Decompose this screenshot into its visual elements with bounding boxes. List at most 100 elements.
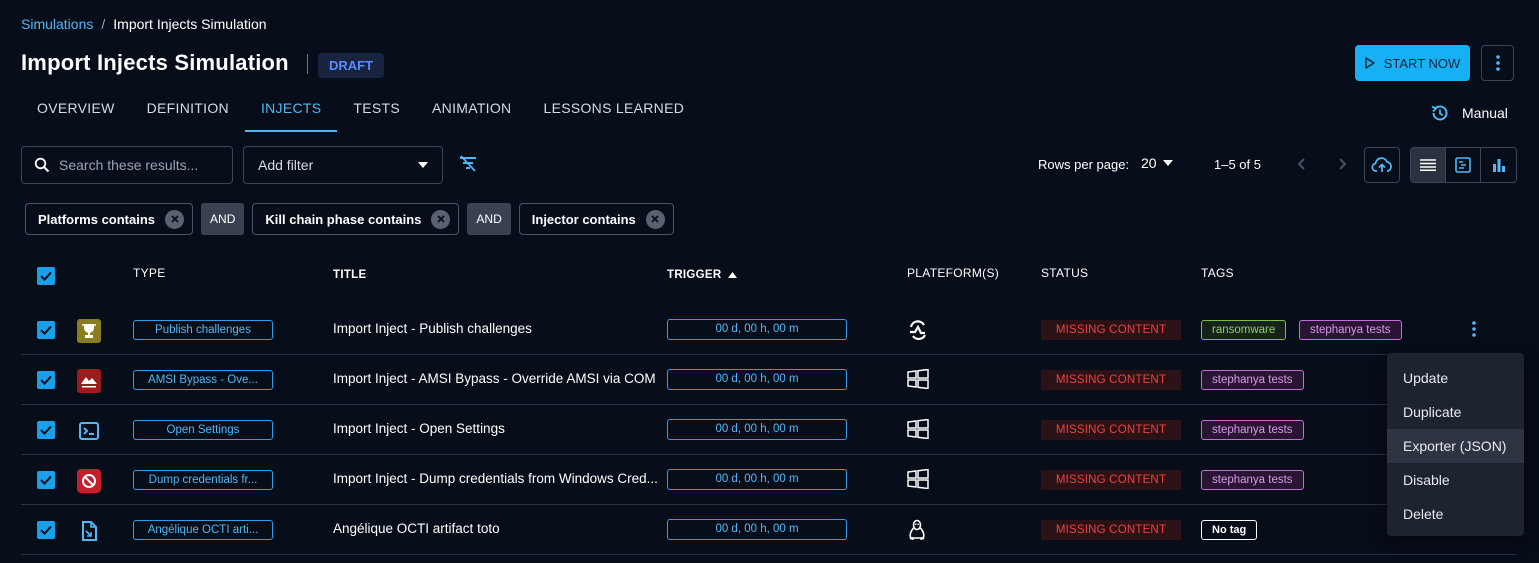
chart-view-button[interactable] bbox=[1481, 148, 1516, 182]
status-badge: MISSING CONTENT bbox=[1041, 370, 1181, 390]
chevron-left-icon bbox=[1297, 158, 1305, 170]
select-all-checkbox[interactable] bbox=[37, 267, 55, 285]
history-icon bbox=[1431, 105, 1448, 121]
filter-chip-kill-chain[interactable]: Kill chain phase contains bbox=[252, 203, 460, 235]
check-icon bbox=[40, 525, 52, 535]
more-vertical-icon bbox=[1495, 55, 1500, 71]
table-row[interactable]: Open Settings Import Inject - Open Setti… bbox=[21, 405, 1516, 455]
menu-item-update[interactable]: Update bbox=[1387, 361, 1524, 395]
tab-definition[interactable]: DEFINITION bbox=[131, 92, 245, 132]
next-page-button[interactable] bbox=[1334, 156, 1350, 172]
inject-title: Import Inject - Open Settings bbox=[333, 421, 505, 436]
menu-item-disable[interactable]: Disable bbox=[1387, 463, 1524, 497]
filter-chip-label: Kill chain phase contains bbox=[265, 211, 422, 227]
filter-chip-platforms[interactable]: Platforms contains bbox=[25, 203, 194, 235]
remove-filter-icon[interactable] bbox=[431, 209, 451, 229]
chevron-down-icon bbox=[418, 162, 428, 168]
filter-operator[interactable]: AND bbox=[201, 203, 245, 235]
search-input[interactable] bbox=[59, 157, 219, 173]
windows-icon bbox=[907, 419, 929, 439]
menu-item-delete[interactable]: Delete bbox=[1387, 497, 1524, 531]
breadcrumb-separator: / bbox=[101, 16, 106, 32]
tag-chip: No tag bbox=[1201, 520, 1258, 540]
filter-chip-label: Injector contains bbox=[531, 211, 636, 227]
windows-icon bbox=[907, 469, 929, 489]
row-checkbox[interactable] bbox=[37, 421, 55, 439]
breadcrumb-current: Import Injects Simulation bbox=[113, 16, 267, 32]
import-button[interactable] bbox=[1364, 147, 1400, 183]
column-tags[interactable]: TAGS bbox=[1201, 266, 1234, 280]
file-icon bbox=[77, 519, 101, 543]
windows-icon bbox=[907, 369, 929, 389]
tab-tests[interactable]: TESTS bbox=[337, 92, 416, 132]
sort-ascending-icon bbox=[727, 272, 737, 278]
tag-chip: stephanya tests bbox=[1201, 420, 1304, 440]
title-divider bbox=[307, 54, 308, 74]
inject-type-badge[interactable]: Publish challenges bbox=[133, 320, 273, 340]
inject-title: Import Inject - AMSI Bypass - Override A… bbox=[333, 371, 656, 386]
column-title[interactable]: TITLE bbox=[333, 269, 366, 281]
row-context-menu: Update Duplicate Exporter (JSON) Disable… bbox=[1387, 353, 1524, 536]
table-row[interactable]: Angélique OCTI arti... Angélique OCTI ar… bbox=[21, 505, 1516, 555]
previous-page-button[interactable] bbox=[1294, 156, 1310, 172]
inject-title: Import Inject - Publish challenges bbox=[333, 321, 532, 336]
table-row[interactable]: AMSI Bypass - Ove... Import Inject - AMS… bbox=[21, 355, 1516, 405]
row-checkbox[interactable] bbox=[37, 371, 55, 389]
caldera-icon bbox=[77, 369, 101, 393]
inject-type-badge[interactable]: Open Settings bbox=[133, 420, 273, 440]
inject-type-badge[interactable]: Dump credentials fr... bbox=[133, 470, 273, 490]
service-platform-icon bbox=[907, 319, 929, 341]
rows-per-page-select[interactable]: 20 bbox=[1141, 155, 1173, 171]
active-filters: Platforms contains AND Kill chain phase … bbox=[25, 203, 674, 235]
remove-filter-icon[interactable] bbox=[165, 209, 185, 229]
trigger-badge: 00 d, 00 h, 00 m bbox=[667, 519, 847, 540]
check-icon bbox=[40, 425, 52, 435]
timeline-view-button[interactable] bbox=[1446, 148, 1481, 182]
tab-overview[interactable]: OVERVIEW bbox=[21, 92, 131, 132]
menu-item-duplicate[interactable]: Duplicate bbox=[1387, 395, 1524, 429]
trigger-badge: 00 d, 00 h, 00 m bbox=[667, 319, 847, 340]
more-options-button[interactable] bbox=[1481, 45, 1514, 81]
tab-lessons-learned[interactable]: LESSONS LEARNED bbox=[527, 92, 700, 132]
chevron-right-icon bbox=[1339, 158, 1347, 170]
manual-mode-toggle[interactable]: Manual bbox=[1430, 103, 1508, 123]
rows-per-page-value: 20 bbox=[1141, 155, 1157, 171]
add-filter-select[interactable]: Add filter bbox=[243, 146, 443, 184]
filter-chip-injector[interactable]: Injector contains bbox=[518, 203, 674, 235]
tab-injects[interactable]: INJECTS bbox=[244, 92, 338, 132]
tag-chip: stephanya tests bbox=[1201, 470, 1304, 490]
remove-filter-icon[interactable] bbox=[645, 209, 665, 229]
check-icon bbox=[40, 375, 52, 385]
clear-filters-button[interactable] bbox=[458, 155, 478, 173]
filter-operator[interactable]: AND bbox=[467, 203, 511, 235]
column-status[interactable]: STATUS bbox=[1041, 266, 1088, 280]
row-checkbox[interactable] bbox=[37, 471, 55, 489]
prohibited-icon bbox=[77, 469, 101, 493]
manual-label: Manual bbox=[1462, 105, 1508, 121]
more-vertical-icon bbox=[1472, 321, 1476, 337]
inject-type-badge[interactable]: AMSI Bypass - Ove... bbox=[133, 370, 273, 390]
table-row[interactable]: Dump credentials fr... Import Inject - D… bbox=[21, 455, 1516, 505]
column-platforms[interactable]: PLATEFORM(S) bbox=[907, 266, 999, 280]
breadcrumb-simulations-link[interactable]: Simulations bbox=[21, 16, 93, 32]
chevron-down-icon bbox=[1162, 160, 1173, 166]
column-type[interactable]: TYPE bbox=[133, 266, 166, 280]
start-now-label: START NOW bbox=[1383, 55, 1461, 71]
trigger-badge: 00 d, 00 h, 00 m bbox=[667, 419, 847, 440]
menu-item-export-json[interactable]: Exporter (JSON) bbox=[1387, 429, 1524, 463]
inject-type-badge[interactable]: Angélique OCTI arti... bbox=[133, 520, 273, 540]
inject-title: Angélique OCTI artifact toto bbox=[333, 521, 500, 536]
table-row[interactable]: Publish challenges Import Inject - Publi… bbox=[21, 305, 1516, 355]
start-now-button[interactable]: START NOW bbox=[1355, 45, 1470, 81]
list-icon bbox=[1420, 159, 1436, 171]
row-actions-button[interactable] bbox=[1472, 321, 1476, 337]
column-trigger[interactable]: TRIGGER bbox=[667, 269, 737, 281]
search-box bbox=[21, 146, 233, 184]
row-checkbox[interactable] bbox=[37, 521, 55, 539]
status-badge: MISSING CONTENT bbox=[1041, 420, 1181, 440]
trophy-icon bbox=[77, 319, 101, 343]
row-checkbox[interactable] bbox=[37, 321, 55, 339]
list-view-button[interactable] bbox=[1411, 148, 1446, 182]
tab-animation[interactable]: ANIMATION bbox=[416, 92, 527, 132]
inject-title: Import Inject - Dump credentials from Wi… bbox=[333, 471, 658, 486]
